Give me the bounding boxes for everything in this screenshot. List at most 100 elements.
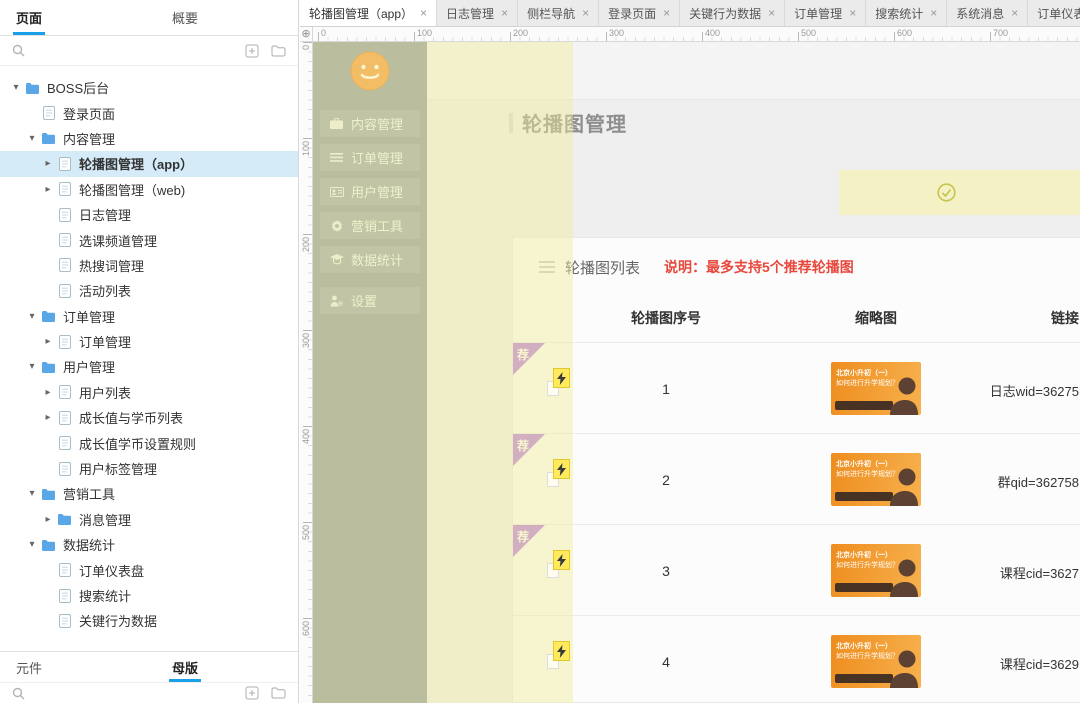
hamburger-icon: [539, 261, 555, 273]
tree-item[interactable]: 登录页面: [0, 100, 298, 125]
tree-item[interactable]: 选课频道管理: [0, 227, 298, 252]
tree-item-label: 选课频道管理: [79, 231, 157, 250]
expand-arrow-icon[interactable]: ▾: [24, 133, 40, 144]
thumbnail-title: 北京小升初（一）: [836, 368, 892, 378]
close-icon[interactable]: ×: [501, 6, 508, 20]
masters-search-bar[interactable]: [0, 682, 298, 703]
tree-item[interactable]: ▸ 轮播图管理（app）: [0, 151, 298, 176]
expand-arrow-icon[interactable]: ▸: [40, 387, 56, 398]
row-link: 群qid=362758: [945, 472, 1079, 491]
expand-arrow-icon[interactable]: ▸: [40, 184, 56, 195]
tree-item[interactable]: ▸ 用户列表: [0, 380, 298, 405]
proto-sidebar-menu-item[interactable]: 内容管理: [320, 110, 420, 137]
proto-sidebar[interactable]: 内容管理 订单管理 用户管理 营销工具 数据统计 设置: [313, 42, 427, 703]
table-row[interactable]: 荐 3 北京小升初（一） 如何进行升学规划？ 课程cid=3627: [513, 524, 1080, 615]
tree-item[interactable]: ▾ 内容管理: [0, 126, 298, 151]
thumbnail-badge: [835, 492, 893, 501]
canvas[interactable]: 轮播图管理 轮播图列表 说明：最多支持5个推荐轮播图 轮播图序号 缩略图 链接 …: [313, 42, 1080, 703]
tree-item[interactable]: 关键行为数据: [0, 608, 298, 633]
tree-item[interactable]: 搜索统计: [0, 583, 298, 608]
table-row[interactable]: 荐 1 北京小升初（一） 如何进行升学规划？ 日志wid=36275: [513, 342, 1080, 433]
tab-masters[interactable]: 母版: [172, 652, 198, 682]
tab-pages[interactable]: 页面: [16, 0, 42, 35]
search-icon[interactable]: [12, 687, 25, 700]
proto-sidebar-menu-item[interactable]: 营销工具: [320, 212, 420, 239]
proto-sidebar-menu-item[interactable]: 用户管理: [320, 178, 420, 205]
close-icon[interactable]: ×: [768, 6, 775, 20]
expand-arrow-icon[interactable]: ▸: [40, 412, 56, 423]
add-folder-icon[interactable]: [271, 45, 286, 57]
tree-item[interactable]: ▾ 营销工具: [0, 481, 298, 506]
canvas-tab[interactable]: 侧栏导航 ×: [518, 0, 599, 26]
canvas-tab[interactable]: 订单管理 ×: [785, 0, 866, 26]
expand-arrow-icon[interactable]: ▾: [8, 82, 24, 93]
search-icon[interactable]: [12, 44, 25, 57]
tree-item-label: 订单管理: [79, 332, 131, 351]
tree-item[interactable]: 用户标签管理: [0, 456, 298, 481]
canvas-tab-label: 搜索统计: [875, 5, 923, 22]
ruler-label: 600: [301, 621, 311, 636]
pages-panel-tabs: 页面 概要: [0, 0, 298, 36]
carousel-list-panel[interactable]: 轮播图列表 说明：最多支持5个推荐轮播图 轮播图序号 缩略图 链接 荐 1 北京…: [512, 237, 1080, 703]
tree-item[interactable]: ▸ 成长值与学币列表: [0, 405, 298, 430]
folder-icon: [40, 308, 57, 324]
expand-arrow-icon[interactable]: ▾: [24, 488, 40, 499]
canvas-tab[interactable]: 关键行为数据 ×: [680, 0, 785, 26]
close-icon[interactable]: ×: [420, 6, 427, 20]
tree-item[interactable]: 热搜词管理: [0, 253, 298, 278]
table-row[interactable]: 荐 4 北京小升初（一） 如何进行升学规划？ 课程cid=3629: [513, 615, 1080, 703]
tree-item-label: 订单仪表盘: [79, 561, 144, 580]
expand-arrow-icon[interactable]: ▾: [24, 361, 40, 372]
tree-item-label: 用户列表: [79, 383, 131, 402]
table-row[interactable]: 荐 2 北京小升初（一） 如何进行升学规划？ 群qid=362758: [513, 433, 1080, 524]
proto-sidebar-menu-item-settings[interactable]: 设置: [320, 287, 420, 314]
interaction-marker[interactable]: [547, 459, 573, 493]
tree-item[interactable]: ▸ 消息管理: [0, 507, 298, 532]
add-master-icon[interactable]: [245, 686, 259, 700]
tree-item[interactable]: 成长值学币设置规则: [0, 430, 298, 455]
close-icon[interactable]: ×: [849, 6, 856, 20]
tree-item[interactable]: ▸ 订单管理: [0, 329, 298, 354]
thumbnail-badge: [835, 401, 893, 410]
tree-item-label: 成长值学币设置规则: [79, 434, 196, 453]
proto-sidebar-menu-item[interactable]: 订单管理: [320, 144, 420, 171]
canvas-tab[interactable]: 订单仪表盘 ×: [1028, 0, 1080, 26]
vertical-ruler: 0100200300400500600: [300, 42, 313, 703]
add-folder-icon[interactable]: [271, 687, 286, 699]
proto-sidebar-menu-item[interactable]: 数据统计: [320, 246, 420, 273]
interaction-marker[interactable]: [547, 641, 573, 675]
recommend-ribbon: 荐: [513, 434, 545, 466]
tree-item[interactable]: 活动列表: [0, 278, 298, 303]
folder-icon: [40, 537, 57, 553]
tree-item[interactable]: ▾ 订单管理: [0, 304, 298, 329]
tree-item[interactable]: ▸ 轮播图管理（web): [0, 177, 298, 202]
add-page-icon[interactable]: [245, 44, 259, 58]
selected-toast-widget[interactable]: [839, 170, 1080, 215]
tab-widgets[interactable]: 元件: [16, 652, 42, 682]
expand-arrow-icon[interactable]: ▸: [40, 336, 56, 347]
canvas-tab[interactable]: 日志管理 ×: [437, 0, 518, 26]
expand-arrow-icon[interactable]: ▸: [40, 158, 56, 169]
tab-outline[interactable]: 概要: [172, 0, 198, 35]
tree-item[interactable]: 日志管理: [0, 202, 298, 227]
tree-item[interactable]: ▾ 用户管理: [0, 354, 298, 379]
pages-search-bar[interactable]: [0, 36, 298, 66]
interaction-marker[interactable]: [547, 550, 573, 584]
canvas-tab[interactable]: 轮播图管理（app） ×: [300, 0, 437, 26]
tree-item[interactable]: ▾ 数据统计: [0, 532, 298, 557]
canvas-tab[interactable]: 登录页面 ×: [599, 0, 680, 26]
tree-item[interactable]: 订单仪表盘: [0, 557, 298, 582]
ruler-label: 500: [801, 28, 816, 38]
tree-item[interactable]: ▾ BOSS后台: [0, 75, 298, 100]
close-icon[interactable]: ×: [582, 6, 589, 20]
expand-arrow-icon[interactable]: ▸: [40, 514, 56, 525]
canvas-tab[interactable]: 系统消息 ×: [947, 0, 1028, 26]
canvas-tab[interactable]: 搜索统计 ×: [866, 0, 947, 26]
close-icon[interactable]: ×: [1011, 6, 1018, 20]
close-icon[interactable]: ×: [663, 6, 670, 20]
expand-arrow-icon[interactable]: ▾: [24, 539, 40, 550]
person-photo: [886, 646, 920, 688]
interaction-marker[interactable]: [547, 368, 573, 402]
expand-arrow-icon[interactable]: ▾: [24, 311, 40, 322]
close-icon[interactable]: ×: [930, 6, 937, 20]
